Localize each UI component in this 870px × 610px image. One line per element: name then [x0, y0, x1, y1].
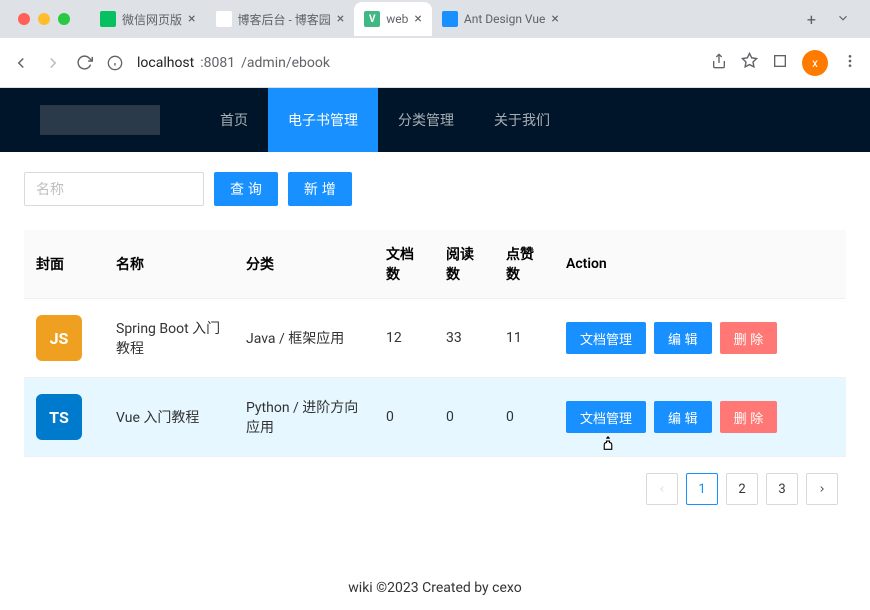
edit-button[interactable]: 编 辑: [654, 401, 712, 433]
browser-tab-0[interactable]: 微信网页版 ×: [90, 2, 206, 36]
cell-reads: 0: [434, 378, 494, 457]
menu-icon[interactable]: [842, 53, 858, 73]
traffic-lights: [8, 13, 80, 25]
tab-title: 博客后台 - 博客园: [238, 11, 331, 28]
tab-favicon: [100, 11, 116, 27]
table-header: 分类: [234, 230, 374, 299]
site-info-icon[interactable]: [107, 55, 123, 71]
tab-favicon: [442, 11, 458, 27]
cover-image: JS: [36, 315, 82, 361]
cell-reads: 33: [434, 299, 494, 378]
user-avatar[interactable]: x: [802, 50, 828, 76]
page-prev-button[interactable]: [646, 473, 678, 505]
table-header: 封面: [24, 230, 104, 299]
cover-image: TS: [36, 394, 82, 440]
cell-likes: 0: [494, 378, 554, 457]
edit-button[interactable]: 编 辑: [654, 322, 712, 354]
page-number-3[interactable]: 3: [766, 473, 798, 505]
nav-item-2[interactable]: 分类管理: [378, 88, 474, 152]
nav-item-0[interactable]: 首页: [200, 88, 268, 152]
share-icon[interactable]: [711, 53, 727, 73]
tab-close-icon[interactable]: ×: [551, 11, 558, 27]
footer-text: wiki ©2023 Created by cexo: [0, 566, 870, 610]
expand-icon[interactable]: [824, 10, 862, 29]
cell-category: Java / 框架应用: [234, 299, 374, 378]
close-window-button[interactable]: [18, 13, 30, 25]
table-header: 文档数: [374, 230, 434, 299]
nav-item-1[interactable]: 电子书管理: [268, 88, 378, 152]
cell-category: Python / 进阶方向应用: [234, 378, 374, 457]
reload-button[interactable]: [76, 54, 93, 71]
search-input[interactable]: [24, 172, 204, 206]
cell-docs: 12: [374, 299, 434, 378]
table-header: Action: [554, 230, 846, 299]
tab-title: 微信网页版: [122, 11, 182, 28]
browser-tab-2[interactable]: Vweb ×: [354, 2, 432, 36]
tab-close-icon[interactable]: ×: [414, 11, 421, 27]
doc-manage-button[interactable]: 文档管理: [566, 322, 646, 354]
pagination: 123: [24, 473, 846, 505]
toolbar: 查 询 新 增: [24, 172, 846, 206]
cell-docs: 0: [374, 378, 434, 457]
browser-tab-1[interactable]: 博客后台 - 博客园 ×: [206, 2, 355, 36]
browser-tab-3[interactable]: Ant Design Vue ×: [432, 2, 569, 36]
page-number-2[interactable]: 2: [726, 473, 758, 505]
new-tab-button[interactable]: +: [799, 10, 824, 29]
back-button[interactable]: [12, 54, 30, 72]
table-header: 点赞数: [494, 230, 554, 299]
forward-button[interactable]: [44, 54, 62, 72]
logo-placeholder: [40, 105, 160, 135]
tab-title: web: [386, 12, 408, 26]
delete-button[interactable]: 删 除: [720, 322, 778, 354]
delete-button[interactable]: 删 除: [720, 401, 778, 433]
cell-name: Spring Boot 入门教程: [104, 299, 234, 378]
url-port: :8081: [200, 55, 235, 71]
address-bar-actions: x: [711, 50, 858, 76]
app-header: 首页电子书管理分类管理关于我们: [0, 88, 870, 152]
doc-manage-button[interactable]: 文档管理: [566, 401, 646, 433]
tab-close-icon[interactable]: ×: [337, 11, 344, 27]
browser-tabs: 微信网页版 × 博客后台 - 博客园 × Vweb × Ant Design Vue ×: [90, 2, 799, 36]
extensions-icon[interactable]: [772, 53, 788, 73]
query-button[interactable]: 查 询: [214, 172, 278, 206]
tab-close-icon[interactable]: ×: [188, 11, 195, 27]
minimize-window-button[interactable]: [38, 13, 50, 25]
address-bar: localhost :8081/admin/ebook x: [0, 38, 870, 88]
main-content: 查 询 新 增 封面名称分类文档数阅读数点赞数Action JS Spring …: [0, 152, 870, 566]
cell-likes: 11: [494, 299, 554, 378]
bookmark-icon[interactable]: [741, 52, 758, 73]
page-next-button[interactable]: [806, 473, 838, 505]
page-number-1[interactable]: 1: [686, 473, 718, 505]
cell-name: Vue 入门教程: [104, 378, 234, 457]
maximize-window-button[interactable]: [58, 13, 70, 25]
table-row: JS Spring Boot 入门教程 Java / 框架应用 12 33 11…: [24, 299, 846, 378]
url-path: /admin/ebook: [241, 55, 330, 71]
tab-favicon: V: [364, 11, 380, 27]
table-header: 名称: [104, 230, 234, 299]
tab-favicon: [216, 11, 232, 27]
add-button[interactable]: 新 增: [288, 172, 352, 206]
app-content: 首页电子书管理分类管理关于我们 查 询 新 增 封面名称分类文档数阅读数点赞数A…: [0, 88, 870, 610]
browser-chrome: 微信网页版×博客后台 - 博客园×Vweb×Ant Design Vue× + …: [0, 0, 870, 88]
tab-bar: 微信网页版 × 博客后台 - 博客园 × Vweb × Ant Design Vue × +: [0, 0, 870, 38]
url-host: localhost: [137, 55, 194, 71]
nav-item-3[interactable]: 关于我们: [474, 88, 570, 152]
table-header: 阅读数: [434, 230, 494, 299]
table-row: TS Vue 入门教程 Python / 进阶方向应用 0 0 0 文档管理 编…: [24, 378, 846, 457]
ebook-table: 封面名称分类文档数阅读数点赞数Action JS Spring Boot 入门教…: [24, 230, 846, 457]
tab-title: Ant Design Vue: [464, 12, 546, 26]
url-input[interactable]: localhost :8081/admin/ebook: [137, 55, 697, 71]
